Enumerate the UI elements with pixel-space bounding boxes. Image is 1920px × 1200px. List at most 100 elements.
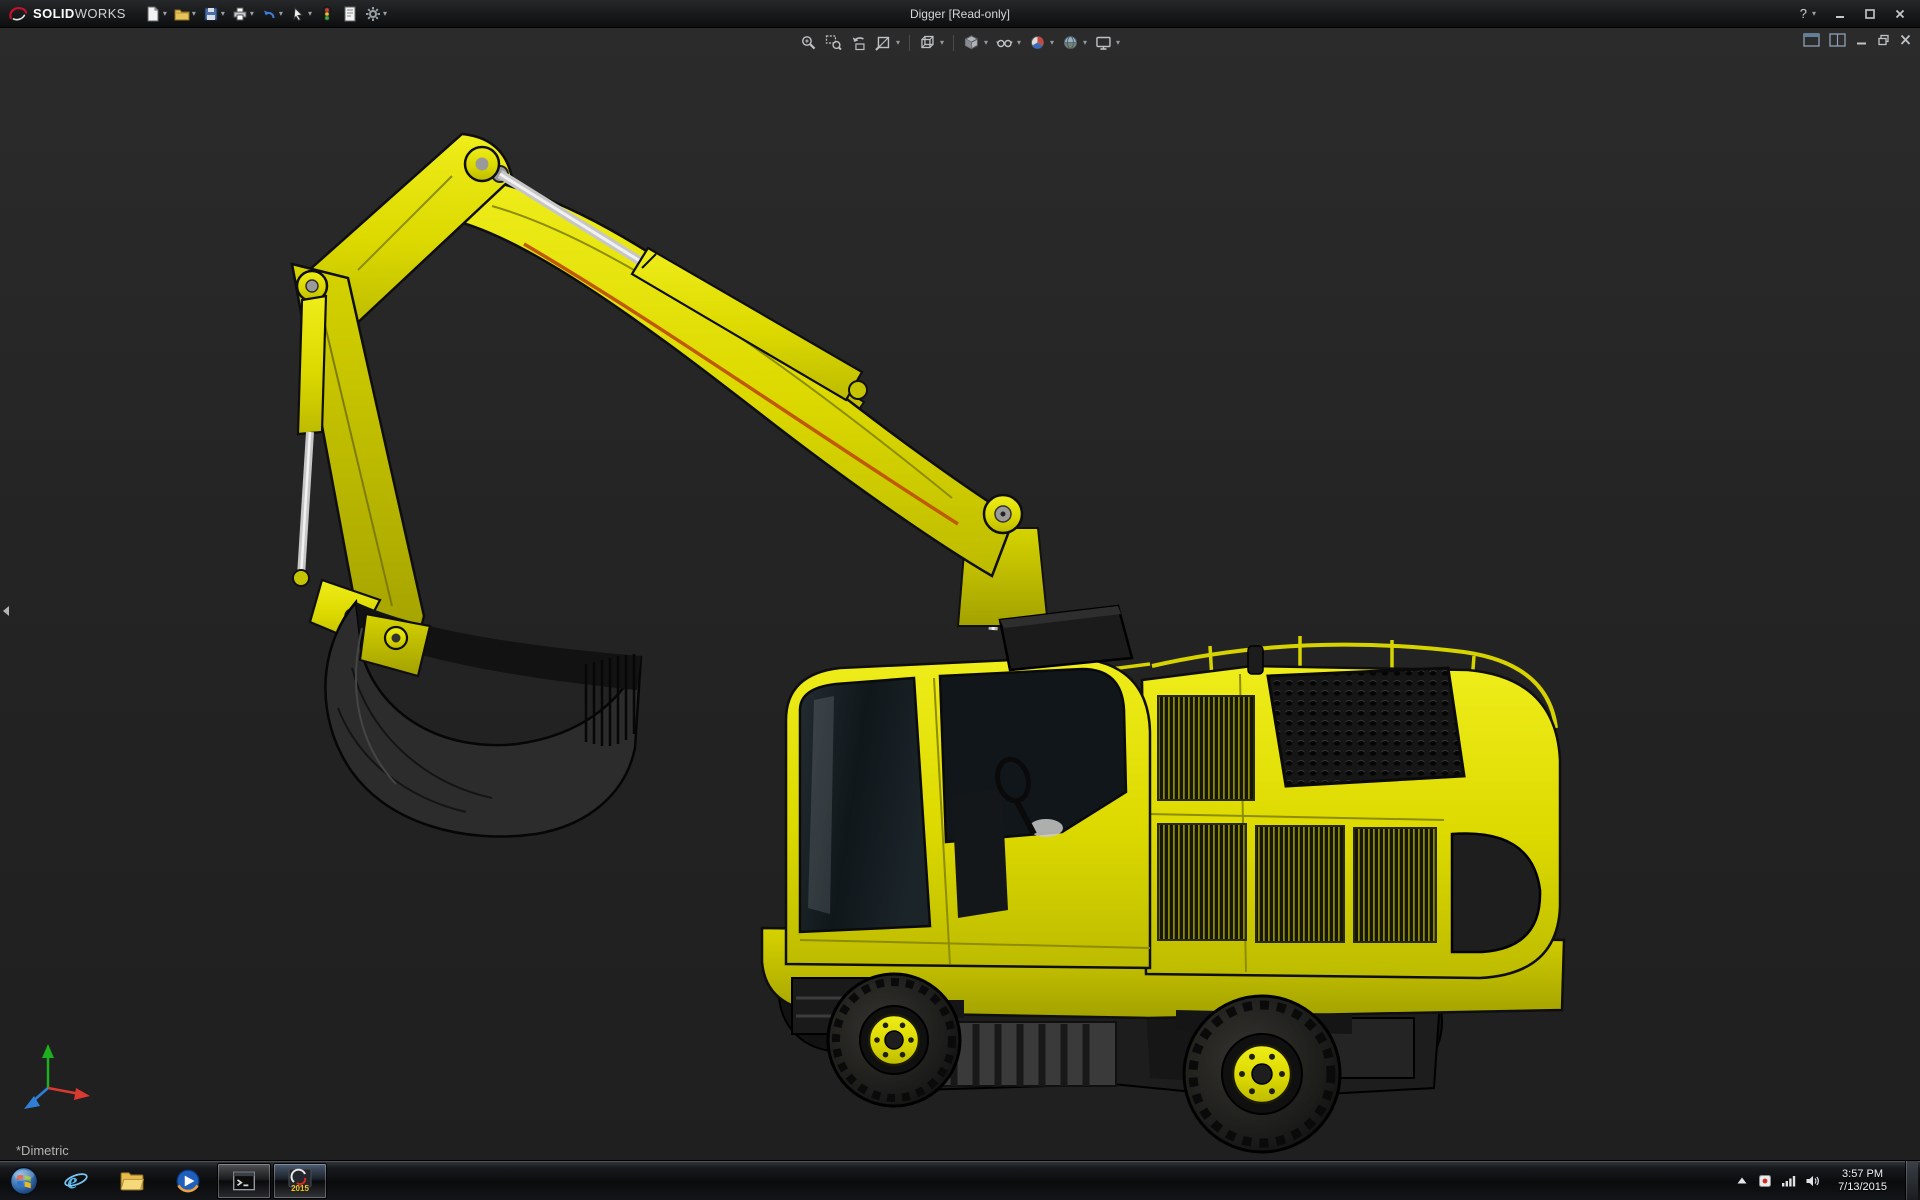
toolbar-separator — [908, 34, 910, 51]
view-settings-button[interactable]: ▾ — [1091, 32, 1124, 53]
chevron-down-icon[interactable]: ▾ — [192, 9, 196, 18]
doc-restore-button[interactable] — [1877, 34, 1890, 46]
previous-view-button[interactable] — [846, 32, 871, 53]
print-button[interactable]: ▾ — [229, 3, 257, 25]
zoom-to-fit-icon — [802, 36, 816, 50]
chevron-down-icon[interactable]: ▾ — [940, 38, 944, 47]
maximize-button[interactable] — [1856, 4, 1884, 24]
chevron-down-icon[interactable]: ▾ — [1017, 38, 1021, 47]
chevron-down-icon[interactable]: ▾ — [163, 9, 167, 18]
clock[interactable]: 3:57 PM 7/13/2015 — [1829, 1168, 1896, 1194]
taskbar-media-player[interactable] — [161, 1163, 215, 1199]
chevron-down-icon[interactable]: ▾ — [383, 9, 387, 18]
volume-icon[interactable] — [1805, 1174, 1820, 1188]
file-properties-button[interactable] — [339, 3, 361, 25]
clock-time: 3:57 PM — [1842, 1167, 1884, 1180]
apply-scene-button[interactable]: ▾ — [1058, 32, 1091, 53]
view-orientation-cube-icon — [921, 35, 934, 49]
chevron-down-icon[interactable]: ▾ — [1083, 38, 1087, 47]
rebuild-traffic-light-icon — [323, 6, 331, 21]
pane-layout-button-2[interactable] — [1829, 33, 1846, 47]
doc-close-button[interactable] — [1899, 34, 1912, 46]
taskbar-solidworks[interactable]: 2015 — [273, 1162, 327, 1199]
network-icon[interactable] — [1781, 1174, 1796, 1188]
chevron-down-icon[interactable]: ▾ — [279, 9, 283, 18]
close-icon — [1895, 9, 1905, 18]
cab[interactable] — [784, 604, 1152, 970]
options-button[interactable]: ▾ — [362, 3, 390, 25]
help-button[interactable]: ? ▾ — [1792, 6, 1824, 21]
section-view-button[interactable]: ▾ — [871, 32, 904, 53]
chevron-down-icon[interactable]: ▾ — [1116, 38, 1120, 47]
screen: SOLIDWORKS ▾ ▾ ▾ ▾ ▾ ▾ ▾ Digger [Read-on… — [0, 0, 1920, 1200]
open-folder-icon — [174, 9, 190, 20]
minimize-icon — [1836, 15, 1844, 18]
network-bars-icon — [1782, 1175, 1796, 1186]
solidworks-brand: SOLIDWORKS — [0, 5, 142, 22]
speaker-icon — [1806, 1175, 1819, 1186]
apply-scene-sphere-icon — [1063, 35, 1078, 50]
undo-arrow-icon — [263, 10, 275, 18]
solidworks-logo-icon — [9, 6, 28, 21]
display-style-cube-icon — [964, 35, 979, 50]
windows-start-icon — [9, 1166, 39, 1195]
undo-button[interactable]: ▾ — [258, 3, 286, 25]
start-button[interactable] — [0, 1161, 48, 1200]
tray-app-icon[interactable] — [1758, 1174, 1772, 1188]
select-button[interactable]: ▾ — [287, 3, 315, 25]
taskbar: e 2015 3:57 PM 7/13/2015 — [0, 1160, 1920, 1200]
solidworks-taskbar-badge: 2015 — [288, 1168, 312, 1193]
chevron-down-icon[interactable]: ▾ — [1050, 38, 1054, 47]
edit-appearance-ball-icon — [1031, 36, 1045, 49]
zoom-to-fit-button[interactable] — [796, 32, 821, 53]
edit-appearance-button[interactable]: ▾ — [1025, 32, 1058, 53]
view-orientation-button[interactable]: ▾ — [915, 32, 948, 53]
open-button[interactable]: ▾ — [171, 3, 199, 25]
show-desktop-button[interactable] — [1905, 1160, 1918, 1200]
taskbar-file-explorer[interactable] — [105, 1163, 159, 1199]
taskbar-internet-explorer[interactable]: e — [49, 1163, 103, 1199]
chevron-down-icon[interactable]: ▾ — [250, 9, 254, 18]
tray-app-square-icon — [1759, 1174, 1772, 1187]
pane-layout-button-1[interactable] — [1803, 33, 1820, 47]
brand-light: WORKS — [74, 6, 126, 21]
minimize-button[interactable] — [1826, 4, 1854, 24]
view-orientation-label: *Dimetric — [16, 1143, 69, 1158]
chevron-down-icon[interactable]: ▾ — [984, 38, 988, 47]
front-right-wheel[interactable] — [1182, 994, 1342, 1154]
chevron-down-icon[interactable]: ▾ — [1812, 9, 1816, 18]
excavator-model[interactable] — [0, 28, 1920, 1160]
zoom-to-area-button[interactable] — [821, 32, 846, 53]
internet-explorer-icon: e — [64, 1168, 88, 1193]
chevron-down-icon[interactable]: ▾ — [896, 38, 900, 47]
display-style-button[interactable]: ▾ — [959, 32, 992, 53]
graphics-viewport[interactable]: ▾ ▾ ▾ ▾ ▾ ▾ ▾ *Dimetric — [0, 28, 1920, 1160]
standard-toolbar: ▾ ▾ ▾ ▾ ▾ ▾ ▾ — [142, 3, 390, 25]
hide-show-items-button[interactable]: ▾ — [992, 32, 1025, 53]
doc-close-icon — [1900, 34, 1911, 45]
toolbar-separator — [952, 34, 954, 51]
taskbar-command-prompt[interactable] — [217, 1162, 271, 1199]
rebuild-button[interactable] — [316, 3, 338, 25]
heads-up-view-toolbar: ▾ ▾ ▾ ▾ ▾ ▾ ▾ — [796, 32, 1124, 53]
folder-icon — [120, 1171, 145, 1190]
close-button[interactable] — [1886, 4, 1914, 24]
brand-text: SOLIDWORKS — [33, 6, 126, 21]
save-button[interactable]: ▾ — [200, 3, 228, 25]
feature-panel-toggle[interactable] — [0, 588, 12, 634]
bucket[interactable] — [324, 599, 643, 838]
chevron-down-icon[interactable]: ▾ — [308, 9, 312, 18]
front-left-wheel[interactable] — [826, 972, 962, 1108]
new-document-button[interactable]: ▾ — [142, 3, 170, 25]
pane-layout-split-icon — [1829, 33, 1846, 47]
print-icon — [233, 7, 247, 20]
y-axis-arrow — [42, 1044, 54, 1058]
system-tray: 3:57 PM 7/13/2015 — [1735, 1160, 1920, 1200]
doc-minimize-button[interactable] — [1855, 34, 1868, 46]
stick-arm[interactable] — [290, 262, 426, 654]
chevron-down-icon[interactable]: ▾ — [221, 9, 225, 18]
section-view-icon — [875, 36, 890, 51]
titlebar-window-controls: ? ▾ — [1792, 4, 1920, 24]
hidden-icons-button[interactable] — [1735, 1174, 1749, 1188]
options-gear-icon — [365, 6, 380, 21]
